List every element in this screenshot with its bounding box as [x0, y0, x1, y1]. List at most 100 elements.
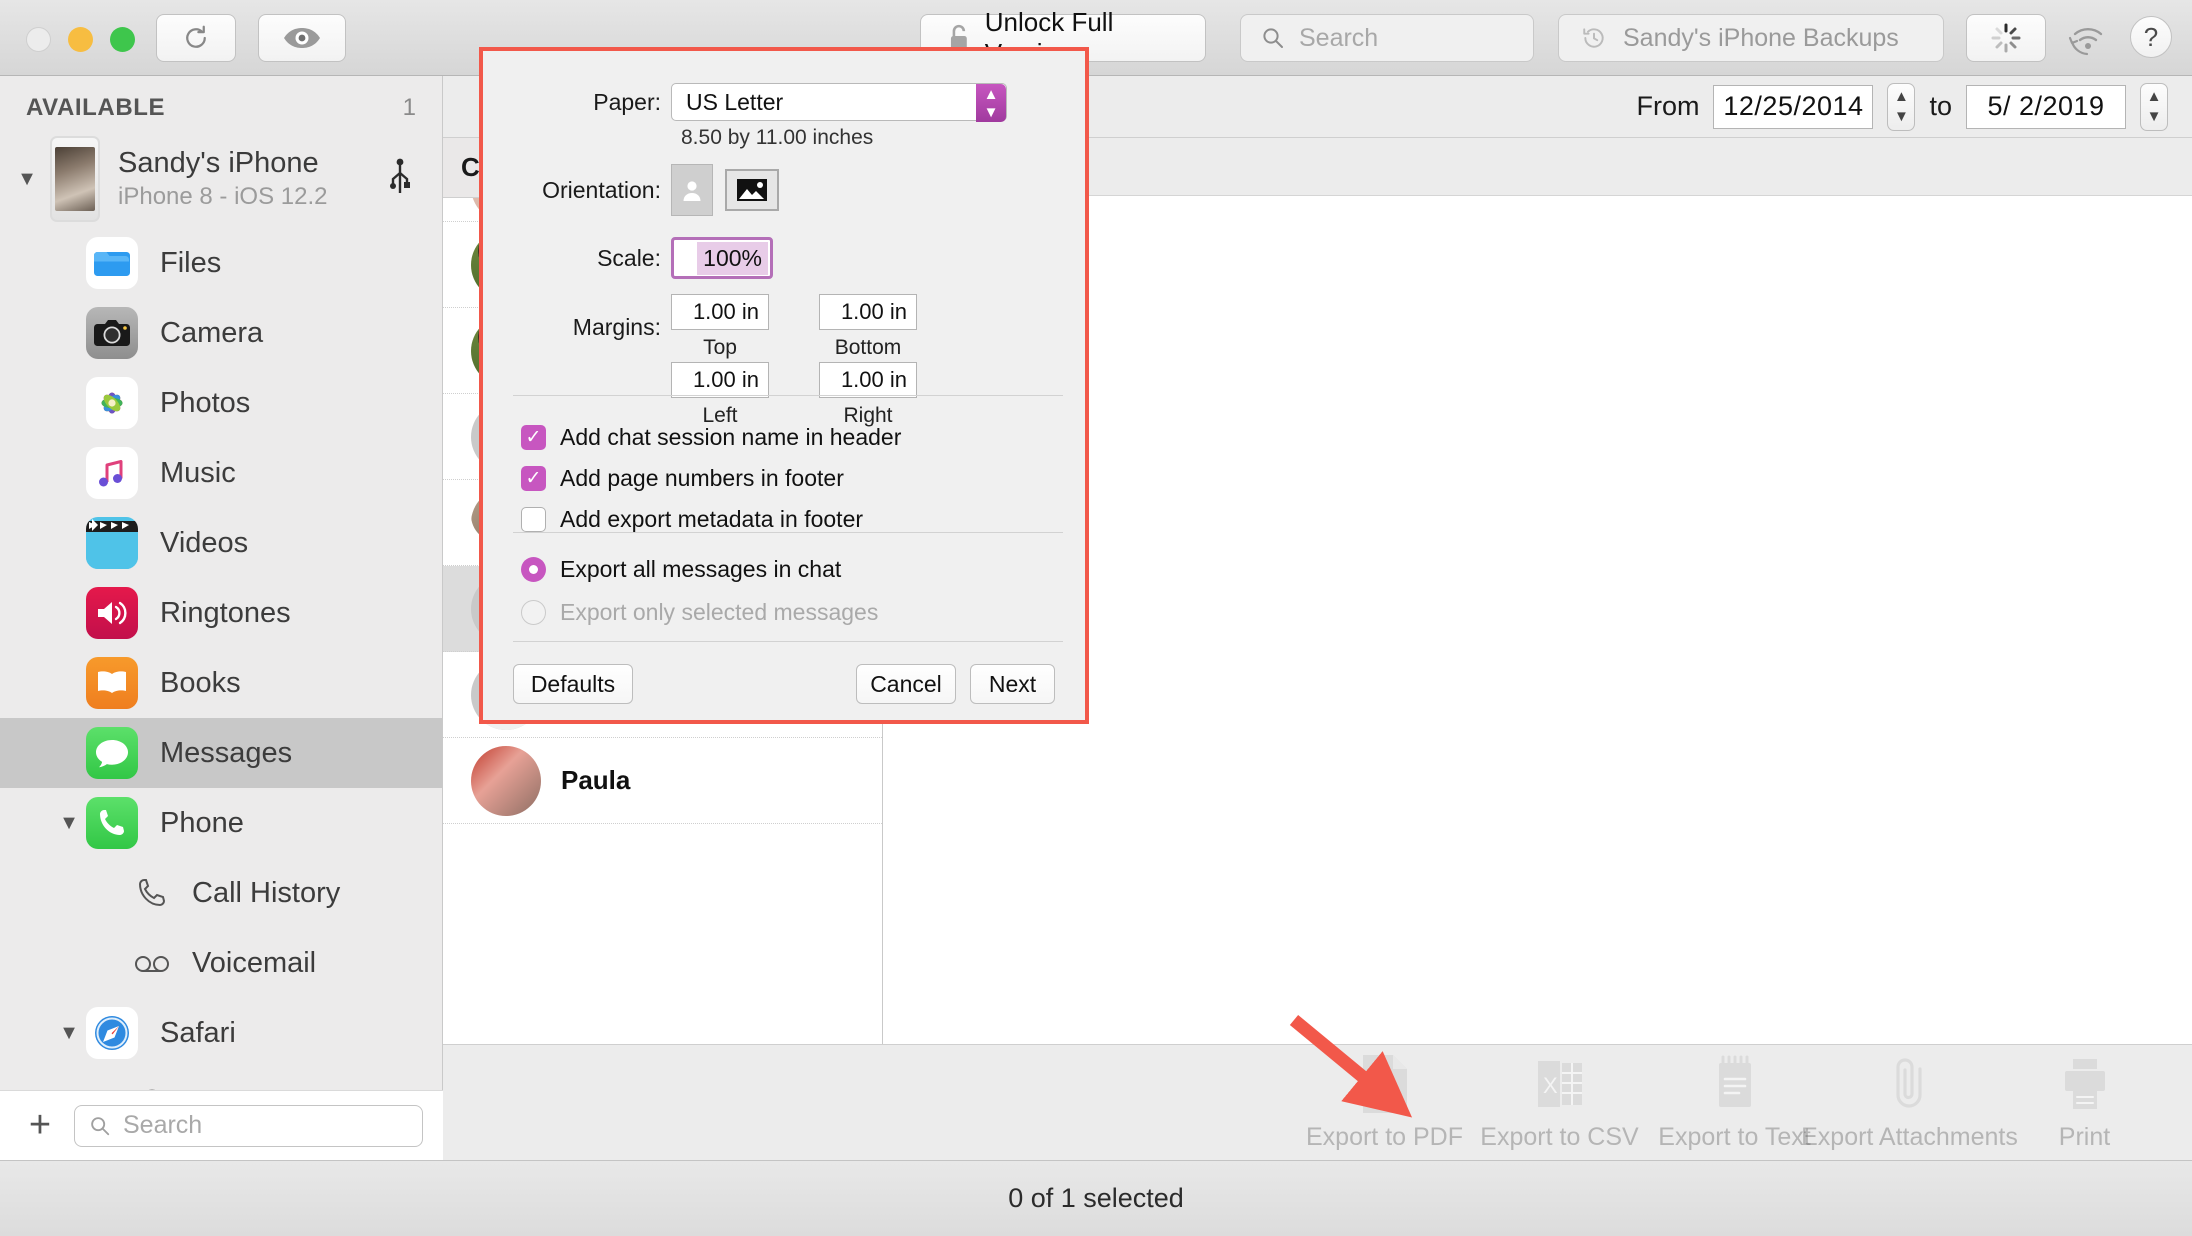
paper-label: Paper: [593, 88, 661, 115]
from-date-field[interactable]: 12/25/2014 [1713, 84, 1874, 129]
status-bar: 0 of 1 selected [0, 1160, 2192, 1236]
orientation-label: Orientation: [542, 176, 661, 203]
page-numbers-checkbox[interactable]: ✓ [521, 466, 546, 491]
sidebar-item-messages[interactable]: Messages [0, 718, 442, 788]
margin-right-input[interactable]: 1.00 in [819, 362, 917, 398]
check-icon: ✓ [525, 468, 542, 489]
sidebar-item-photos[interactable]: Photos [0, 368, 442, 438]
close-window-button[interactable] [26, 27, 51, 52]
divider [513, 641, 1063, 642]
to-date-stepper[interactable]: ▲ ▼ [2140, 82, 2168, 131]
scale-input[interactable]: 100% [671, 237, 773, 279]
sidebar-search-input[interactable]: Search [74, 1104, 423, 1147]
activity-spinner-button[interactable] [1966, 14, 2046, 62]
margins-label: Margins: [572, 313, 661, 340]
export-all-radio[interactable] [521, 557, 546, 582]
export-attachments-button[interactable]: Export Attachments [1801, 1053, 2018, 1152]
sidebar-item-music[interactable]: Music [0, 438, 442, 508]
chat-session-name-checkbox[interactable]: ✓ [521, 425, 546, 450]
page-numbers-label: Add page numbers in footer [560, 465, 844, 491]
sidebar-item-label: Voicemail [192, 946, 317, 979]
sidebar-item-label: Music [160, 456, 236, 489]
sidebar-item-label: Files [160, 246, 222, 279]
sidebar-item-phone[interactable]: ▼ Phone [0, 788, 442, 858]
export-selected-radio [521, 600, 546, 625]
margins-row-top: Margins: 1.00 in Top 1.00 in Bottom [483, 294, 1085, 360]
sidebar-item-files[interactable]: Files [0, 228, 442, 298]
print-button[interactable]: Print [1997, 1053, 2172, 1152]
export-to-csv-button[interactable]: X Export to CSV [1472, 1053, 1647, 1152]
margin-top-input[interactable]: 1.00 in [671, 294, 769, 330]
svg-text:X: X [1543, 1073, 1558, 1098]
device-thumbnail [50, 136, 100, 222]
checkbox-row-export-metadata[interactable]: Add export metadata in footer [521, 506, 901, 533]
margin-left-input[interactable]: 1.00 in [671, 362, 769, 398]
export-to-text-button[interactable]: Export to Text [1647, 1053, 1822, 1152]
radio-row-export-selected: Export only selected messages [521, 599, 878, 626]
sidebar-item-call-history[interactable]: Call History [0, 858, 442, 928]
videos-icon [86, 517, 138, 569]
preview-toggle-button[interactable] [258, 14, 346, 62]
maximize-window-button[interactable] [110, 27, 135, 52]
toolbar-search-input[interactable]: Search [1240, 14, 1534, 62]
orientation-row: Orientation: [483, 164, 1085, 216]
margin-bottom-group: 1.00 in Bottom [819, 294, 917, 360]
camera-icon [86, 307, 138, 359]
device-subtitle: iPhone 8 - iOS 12.2 [118, 182, 328, 210]
sidebar-item-label: Videos [160, 526, 249, 559]
help-button[interactable]: ? [2130, 16, 2172, 58]
orientation-portrait-button[interactable] [671, 164, 713, 216]
export-scope-options: Export all messages in chat Export only … [521, 556, 878, 642]
margin-bottom-input[interactable]: 1.00 in [819, 294, 917, 330]
sidebar-item-camera[interactable]: Camera [0, 298, 442, 368]
sidebar-item-videos[interactable]: Videos [0, 508, 442, 578]
from-date-stepper[interactable]: ▲ ▼ [1887, 82, 1916, 131]
music-icon [86, 447, 138, 499]
sidebar-item-books[interactable]: Books [0, 648, 442, 718]
next-button[interactable]: Next [970, 664, 1055, 704]
checkbox-row-page-numbers[interactable]: ✓ Add page numbers in footer [521, 465, 901, 492]
export-metadata-checkbox[interactable] [521, 507, 546, 532]
paper-size-select[interactable]: US Letter ▲ ▼ [671, 83, 1007, 122]
defaults-button[interactable]: Defaults [513, 664, 633, 704]
check-icon: ✓ [525, 427, 542, 448]
sidebar-footer: + Search [0, 1090, 443, 1160]
checkbox-row-chat-session-name[interactable]: ✓ Add chat session name in header [521, 424, 901, 451]
backups-selector[interactable]: Sandy's iPhone Backups [1558, 14, 1944, 62]
table-row[interactable]: Paula [443, 738, 882, 824]
to-date-field[interactable]: 5/ 2/2019 [1966, 84, 2126, 129]
print-label: Print [2058, 1123, 2111, 1151]
add-device-button[interactable]: + [20, 1104, 60, 1147]
sidebar-item-voicemail[interactable]: Voicemail [0, 928, 442, 998]
margin-bottom-caption: Bottom [834, 336, 902, 359]
paper-row: Paper: US Letter ▲ ▼ [483, 83, 1085, 122]
refresh-button[interactable] [156, 14, 236, 62]
voicemail-icon [130, 941, 174, 985]
paperclip-icon [1895, 1058, 1922, 1108]
sidebar-item-safari[interactable]: ▼ Safari [0, 998, 442, 1068]
export-selected-label: Export only selected messages [560, 599, 879, 625]
window-controls [26, 27, 135, 52]
refresh-icon [186, 25, 206, 48]
to-label: to [1929, 91, 1952, 121]
cancel-button[interactable]: Cancel [856, 664, 956, 704]
paper-size-stepper-icon[interactable]: ▲ ▼ [976, 84, 1006, 122]
printer-icon [2064, 1059, 2105, 1109]
selection-status-text: 0 of 1 selected [1008, 1183, 1184, 1213]
chat-session-name-label: Add chat session name in header [560, 424, 902, 450]
radio-row-export-all[interactable]: Export all messages in chat [521, 556, 878, 583]
sidebar-device-row[interactable]: ▼ Sandy's iPhone iPhone 8 - iOS 12.2 [0, 130, 442, 228]
wifi-sync-button[interactable] [2066, 18, 2110, 58]
disclosure-triangle-down-icon[interactable]: ▼ [14, 166, 40, 192]
export-to-text-label: Export to Text [1658, 1123, 1811, 1151]
export-all-label: Export all messages in chat [560, 556, 842, 582]
orientation-landscape-button[interactable] [725, 169, 779, 211]
search-icon [1263, 28, 1283, 48]
search-icon [91, 1116, 110, 1135]
sidebar-item-ringtones[interactable]: Ringtones [0, 578, 442, 648]
minimize-window-button[interactable] [68, 27, 93, 52]
history-clock-icon [1583, 28, 1604, 48]
call-history-icon [130, 871, 174, 915]
disclosure-triangle-down-icon[interactable]: ▼ [56, 1020, 82, 1046]
disclosure-triangle-down-icon[interactable]: ▼ [56, 810, 82, 836]
